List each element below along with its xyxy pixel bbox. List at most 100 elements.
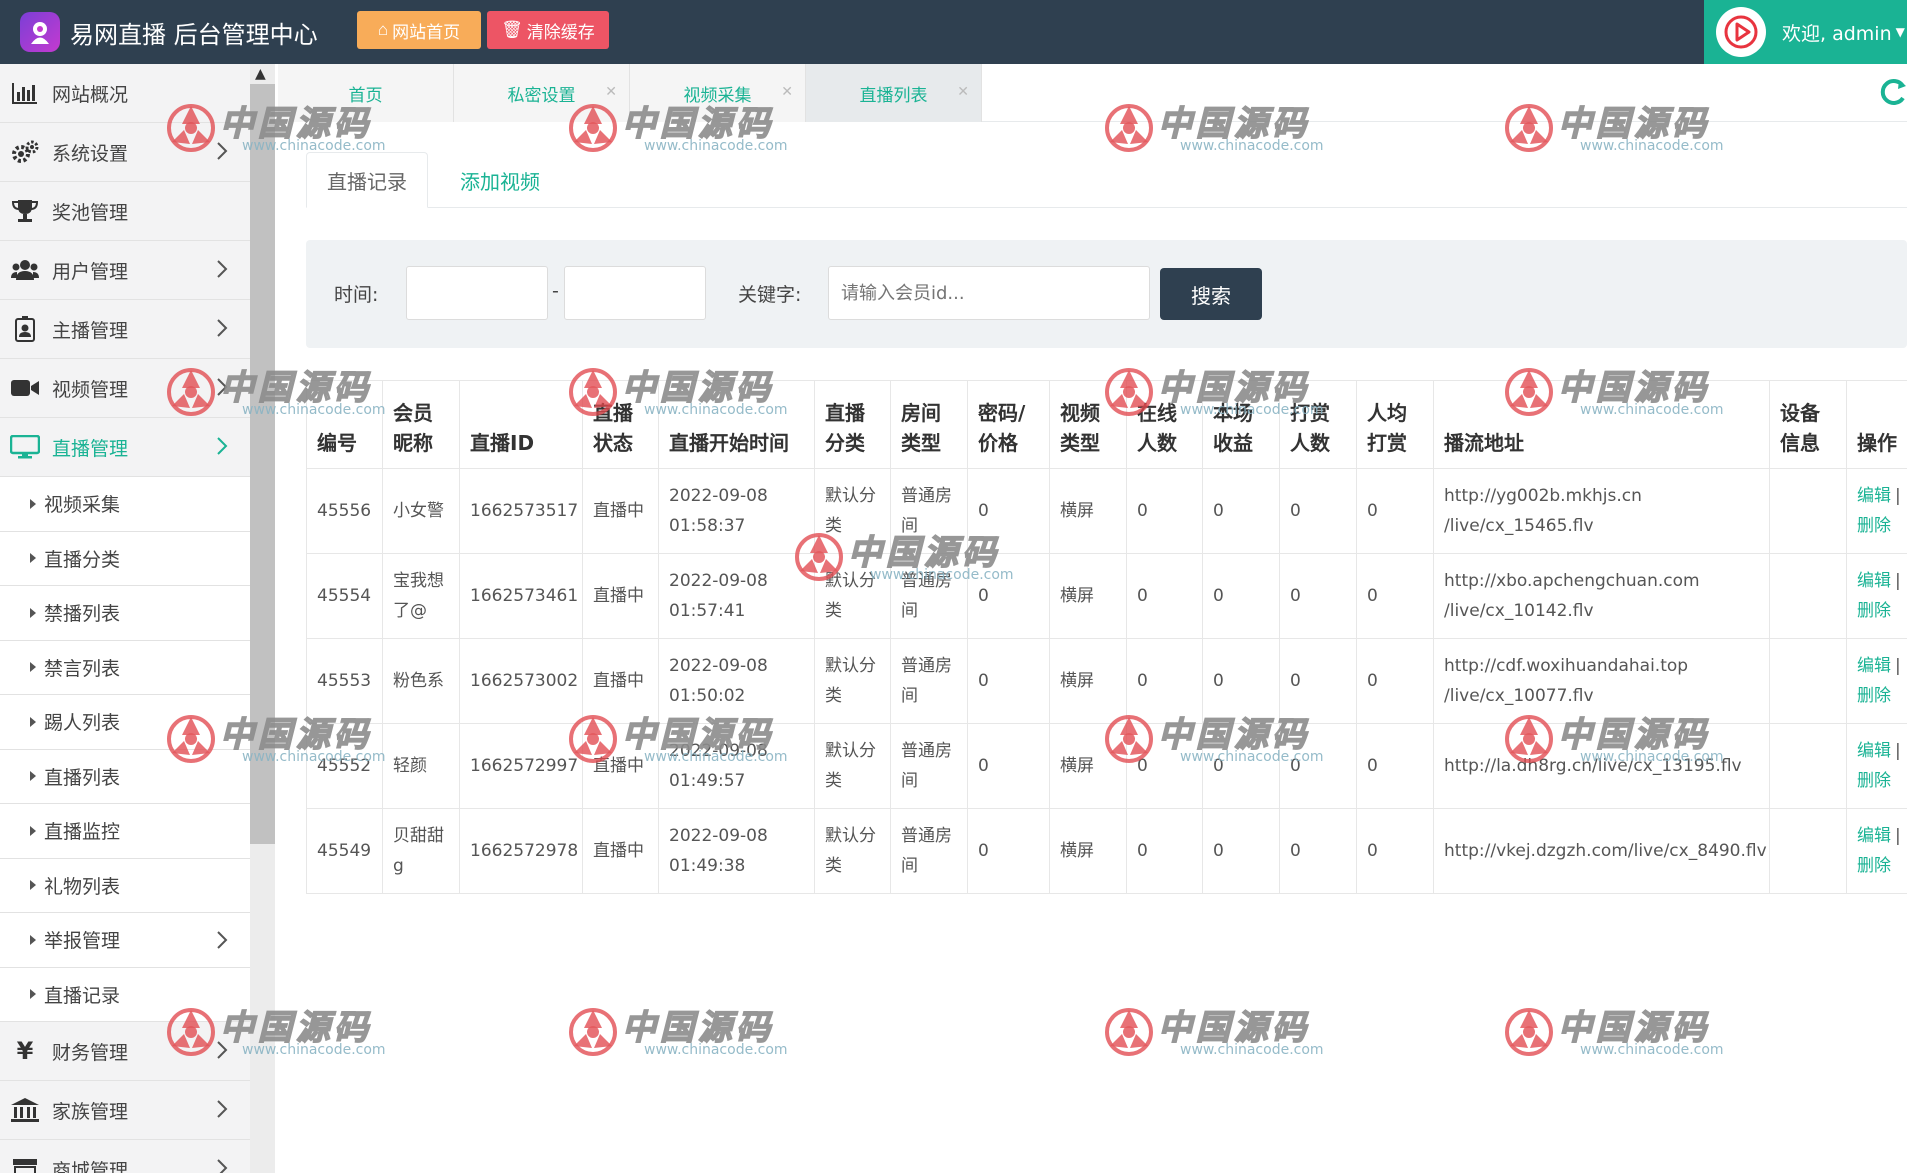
sidebar-sub-item-live-records[interactable]: 直播记录: [0, 967, 250, 1022]
sidebar-item-videos[interactable]: 视频管理: [0, 359, 250, 418]
column-header-start: 直播开始时间: [658, 380, 815, 469]
cell-income: 0: [1202, 723, 1280, 809]
sidebar-item-label: 网站概况: [52, 83, 129, 106]
sidebar-item-overview[interactable]: 网站概况: [0, 64, 250, 123]
user-menu[interactable]: 欢迎, admin ▼: [1704, 0, 1907, 64]
table-header-row: 编号 会员昵称 直播ID 直播状态 直播开始时间 直播分类 房间类型 密码/价格 视频类型 在线人…: [306, 380, 1907, 469]
delete-link[interactable]: 删除: [1857, 686, 1891, 706]
sidebar-sub-label: 直播记录: [44, 984, 121, 1007]
sidebar-item-anchors[interactable]: 主播管理: [0, 300, 250, 359]
page-tab-bar: 首页 私密设置 ✕ 视频采集 ✕ 直播列表 ✕: [278, 64, 1907, 122]
sidebar-sub-item-live-monitor[interactable]: 直播监控: [0, 804, 250, 859]
cell-cat: 默认分类: [814, 468, 891, 554]
sidebar-sub-item-gift-list[interactable]: 礼物列表: [0, 858, 250, 913]
sidebar-item-family[interactable]: 家族管理: [0, 1081, 250, 1140]
caret-right-icon: [30, 553, 36, 564]
close-icon[interactable]: ✕: [957, 84, 969, 100]
sidebar-sub-item-reports[interactable]: 举报管理: [0, 913, 250, 968]
sidebar-scrollbar[interactable]: ▲: [250, 64, 275, 1173]
action-separator: |: [1895, 571, 1901, 591]
sidebar: 网站概况 系统设置 奖池管理 用户管理 主播管理 视频管理 直播管理 视频采集 …: [0, 64, 250, 1173]
logo[interactable]: 易网直播 后台管理中心: [20, 12, 318, 52]
caret-right-icon: [30, 880, 36, 891]
cell-actions: 编辑 | 删除: [1846, 808, 1907, 894]
chevron-right-icon: [217, 1100, 228, 1118]
sidebar-sub-item-kick-list[interactable]: 踢人列表: [0, 695, 250, 750]
scroll-up-icon[interactable]: ▲: [255, 66, 266, 82]
delete-link[interactable]: 删除: [1857, 856, 1891, 876]
start-time-input[interactable]: [406, 266, 548, 320]
tab-label: 直播列表: [859, 85, 928, 106]
cell-url: http://yg002b.mkhjs.cn /live/cx_15465.fl…: [1433, 468, 1770, 554]
cell-nick: 宝我想了@: [382, 553, 460, 639]
tab-add-video[interactable]: 添加视频: [450, 152, 550, 208]
search-button[interactable]: 搜索: [1160, 268, 1262, 320]
end-time-input[interactable]: [564, 266, 706, 320]
table-row: 45552 轻颜 1662572997 直播中 2022-09-08 01:49:57 默…: [306, 723, 1907, 809]
cell-online: 0: [1126, 553, 1203, 639]
cell-start: 2022-09-08 01:49:57: [658, 723, 815, 809]
sidebar-sub-item-mute-list[interactable]: 禁言列表: [0, 640, 250, 695]
column-header-income: 本场收益: [1202, 380, 1280, 469]
action-separator: |: [1895, 656, 1901, 676]
cell-pwd: 0: [967, 638, 1050, 724]
sidebar-item-live[interactable]: 直播管理: [0, 418, 250, 477]
site-home-button[interactable]: ⌂ 网站首页: [357, 11, 481, 49]
tab-live-list[interactable]: 直播列表 ✕: [806, 64, 982, 122]
sidebar-sub-label: 禁言列表: [44, 657, 121, 680]
cell-status: 直播中: [582, 553, 659, 639]
cell-online: 0: [1126, 638, 1203, 724]
scrollbar-thumb[interactable]: [250, 84, 275, 844]
keyword-input[interactable]: [828, 266, 1150, 320]
edit-link[interactable]: 编辑: [1857, 486, 1891, 506]
sidebar-sub-item-ban-list[interactable]: 禁播列表: [0, 586, 250, 641]
sidebar-sub-label: 直播监控: [44, 821, 121, 844]
column-header-device: 设备信息: [1769, 380, 1847, 469]
edit-link[interactable]: 编辑: [1857, 826, 1891, 846]
sidebar-sub-item-live-category[interactable]: 直播分类: [0, 531, 250, 586]
tab-live-records[interactable]: 直播记录: [306, 152, 428, 208]
edit-link[interactable]: 编辑: [1857, 656, 1891, 676]
bank-icon: [10, 1095, 40, 1125]
app-title: 易网直播 后台管理中心: [70, 20, 318, 49]
column-header-cat: 直播分类: [814, 380, 891, 469]
refresh-icon[interactable]: [1877, 74, 1907, 110]
sidebar-item-users[interactable]: 用户管理: [0, 241, 250, 300]
sidebar-sub-label: 举报管理: [44, 930, 121, 953]
cell-avg: 0: [1356, 723, 1434, 809]
close-icon[interactable]: ✕: [781, 84, 793, 100]
keyword-label: 关键字:: [738, 284, 802, 306]
edit-link[interactable]: 编辑: [1857, 741, 1891, 761]
yen-icon: ¥: [16, 1037, 34, 1065]
close-icon[interactable]: ✕: [605, 84, 617, 100]
tab-home[interactable]: 首页: [278, 64, 454, 122]
cell-status: 直播中: [582, 638, 659, 724]
cell-liveid: 1662572978: [459, 808, 583, 894]
sidebar-sub-item-video-collect[interactable]: 视频采集: [0, 477, 250, 532]
delete-link[interactable]: 删除: [1857, 771, 1891, 791]
app-logo-icon: [20, 12, 60, 52]
play-icon: [1716, 7, 1766, 57]
delete-link[interactable]: 删除: [1857, 516, 1891, 536]
cell-room: 普通房间: [890, 638, 968, 724]
column-header-liveid: 直播ID: [459, 380, 583, 469]
clear-cache-button[interactable]: 🗑 清除缓存: [487, 11, 609, 49]
sidebar-sub-item-live-list[interactable]: 直播列表: [0, 749, 250, 804]
tab-privacy-settings[interactable]: 私密设置 ✕: [454, 64, 630, 122]
table-row: 45549 贝甜甜g 1662572978 直播中 2022-09-08 01:49:3…: [306, 808, 1907, 894]
table-row: 45556 小女警 1662573517 直播中 2022-09-08 01:58:37…: [306, 468, 1907, 554]
cell-tippers: 0: [1279, 638, 1357, 724]
home-icon: ⌂: [377, 20, 389, 39]
sidebar-item-jackpot[interactable]: 奖池管理: [0, 182, 250, 241]
sidebar-item-mall[interactable]: 商城管理: [0, 1140, 250, 1173]
sidebar-item-system-settings[interactable]: 系统设置: [0, 123, 250, 182]
delete-link[interactable]: 删除: [1857, 601, 1891, 621]
cell-start: 2022-09-08 01:50:02: [658, 638, 815, 724]
sidebar-item-label: 家族管理: [52, 1100, 129, 1123]
edit-link[interactable]: 编辑: [1857, 571, 1891, 591]
sidebar-item-finance[interactable]: ¥ 财务管理: [0, 1022, 250, 1081]
bar-chart-icon: [10, 78, 40, 108]
cell-tippers: 0: [1279, 553, 1357, 639]
cell-vtype: 横屏: [1049, 468, 1127, 554]
tab-video-collect[interactable]: 视频采集 ✕: [630, 64, 806, 122]
